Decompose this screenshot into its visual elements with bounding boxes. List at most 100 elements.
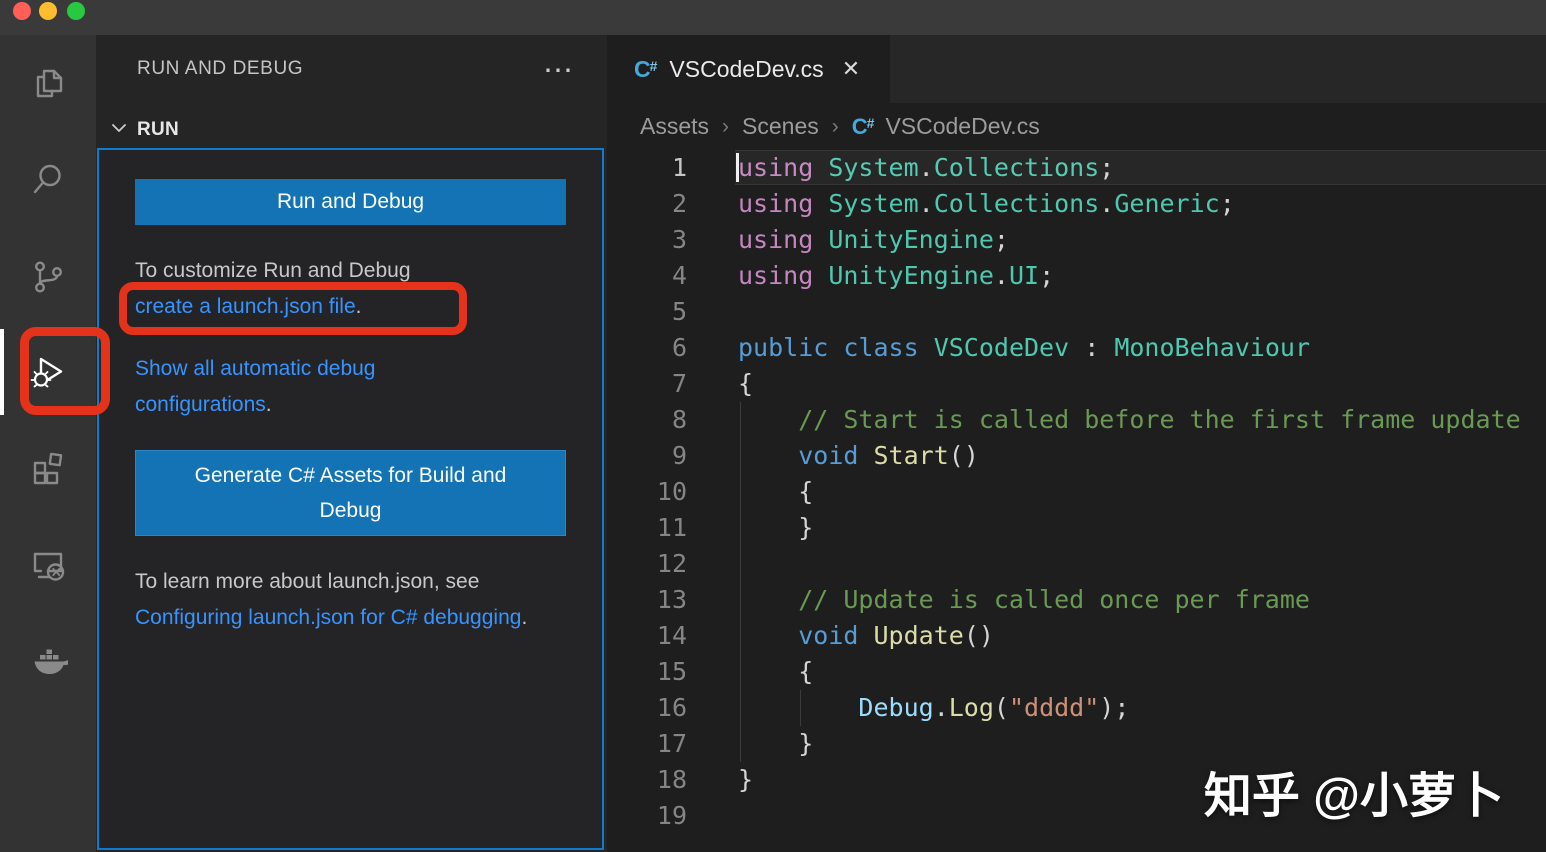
indent-guide xyxy=(800,690,801,726)
code-text: void Update() xyxy=(738,618,994,654)
line-number: 10 xyxy=(607,474,687,510)
files-icon xyxy=(28,64,68,104)
more-actions-icon[interactable]: ⋯ xyxy=(543,53,575,88)
code-text: { xyxy=(738,366,753,402)
tab-vscodedev[interactable]: C# VSCodeDev.cs ✕ xyxy=(607,35,890,103)
line-number: 7 xyxy=(607,366,687,402)
learn-more-suffix: . xyxy=(521,606,527,629)
current-line-highlight xyxy=(735,150,1546,185)
code-text: } xyxy=(738,726,813,762)
line-number: 12 xyxy=(607,546,687,582)
activity-bar xyxy=(0,35,96,852)
extensions-icon xyxy=(28,448,68,488)
breadcrumb-item-file[interactable]: VSCodeDev.cs xyxy=(885,113,1039,140)
line-number: 11 xyxy=(607,510,687,546)
code-text: void Start() xyxy=(738,438,979,474)
run-section-header[interactable]: RUN xyxy=(108,115,179,145)
line-number: 8 xyxy=(607,402,687,438)
line-number: 1 xyxy=(607,150,687,186)
code-line: 10 { xyxy=(607,474,1546,510)
code-text: // Update is called once per frame xyxy=(738,582,1310,618)
breadcrumb-item-scenes[interactable]: Scenes xyxy=(742,113,819,140)
code-line: 4 using UnityEngine.UI; xyxy=(607,258,1546,294)
code-text: { xyxy=(738,474,813,510)
csharp-icon: C# xyxy=(852,114,875,140)
customize-suffix: . xyxy=(356,295,362,318)
line-number: 3 xyxy=(607,222,687,258)
code-text: // Start is called before the first fram… xyxy=(738,402,1521,438)
code-line: 11 } xyxy=(607,510,1546,546)
sidebar-title: RUN AND DEBUG xyxy=(137,58,587,88)
line-number: 9 xyxy=(607,438,687,474)
close-window-button[interactable] xyxy=(13,2,31,20)
line-number: 6 xyxy=(607,330,687,366)
code-text: public class VSCodeDev : MonoBehaviour xyxy=(738,330,1310,366)
learn-more-text: To learn more about launch.json, xyxy=(135,570,440,593)
create-launch-json-link[interactable]: create a launch.json file xyxy=(135,295,356,318)
sidebar-item-explorer[interactable] xyxy=(28,64,68,104)
tab-label: VSCodeDev.cs xyxy=(669,56,823,83)
show-all-configurations-link[interactable]: Show all automatic debug configurations xyxy=(135,357,376,416)
breadcrumb-separator-icon: › xyxy=(832,115,839,139)
generate-assets-button[interactable]: Generate C# Assets for Build and Debug xyxy=(135,450,566,536)
zoom-window-button[interactable] xyxy=(67,2,85,20)
text-cursor xyxy=(736,153,739,182)
code-line: 12 xyxy=(607,546,1546,582)
line-number: 17 xyxy=(607,726,687,762)
line-number: 4 xyxy=(607,258,687,294)
code-line: 7{ xyxy=(607,366,1546,402)
run-debug-icon xyxy=(28,350,68,390)
line-number: 18 xyxy=(607,762,687,798)
indent-guide xyxy=(740,402,741,762)
code-editor[interactable]: 1using System.Collections;2using System.… xyxy=(607,150,1546,852)
chevron-down-icon xyxy=(108,117,130,144)
code-line: 2 using System.Collections.Generic; xyxy=(607,186,1546,222)
sidebar-item-docker[interactable] xyxy=(28,640,68,680)
breadcrumb: Assets › Scenes › C# VSCodeDev.cs xyxy=(607,103,1546,150)
sidebar-item-extensions[interactable] xyxy=(28,448,68,488)
docker-icon xyxy=(28,640,68,680)
customize-text: To customize Run and Debug xyxy=(135,253,566,289)
titlebar xyxy=(0,0,1546,35)
active-item-indicator xyxy=(0,329,4,415)
sidebar-item-search[interactable] xyxy=(28,160,68,200)
sidebar-item-run-and-debug[interactable] xyxy=(28,350,68,390)
git-branch-icon xyxy=(28,257,68,297)
sidebar-item-source-control[interactable] xyxy=(28,257,68,297)
line-number: 14 xyxy=(607,618,687,654)
sidebar-item-remote-explorer[interactable] xyxy=(28,545,68,585)
code-rows: 1using System.Collections;2using System.… xyxy=(607,150,1546,834)
code-line: 5 xyxy=(607,294,1546,330)
breadcrumb-item-assets[interactable]: Assets xyxy=(640,113,709,140)
sidebar-run-and-debug: RUN AND DEBUG ⋯ RUN Run and Debug To cus… xyxy=(96,35,607,852)
run-and-debug-button[interactable]: Run and Debug xyxy=(135,179,566,225)
minimize-window-button[interactable] xyxy=(39,2,57,20)
search-icon xyxy=(28,160,68,200)
watermark: 知乎 @小萝卜 xyxy=(1204,756,1504,826)
code-line: 9 void Start() xyxy=(607,438,1546,474)
code-line: 14 void Update() xyxy=(607,618,1546,654)
line-number: 2 xyxy=(607,186,687,222)
code-line: 8 // Start is called before the first fr… xyxy=(607,402,1546,438)
code-line: 3using UnityEngine; xyxy=(607,222,1546,258)
close-icon[interactable]: ✕ xyxy=(842,56,860,82)
run-panel: Run and Debug To customize Run and Debug… xyxy=(97,148,604,850)
csharp-icon: C# xyxy=(634,56,657,83)
line-number: 19 xyxy=(607,798,687,834)
code-text: Debug.Log("dddd"); xyxy=(738,690,1129,726)
code-text: } xyxy=(738,762,753,798)
line-number: 5 xyxy=(607,294,687,330)
configuring-launch-json-link[interactable]: Configuring launch.json for C# debugging xyxy=(135,606,521,629)
generate-assets-label: Generate C# Assets for Build and Debug xyxy=(173,458,528,528)
remote-explorer-icon xyxy=(28,545,68,585)
code-text: using System.Collections.Generic; xyxy=(738,186,1235,222)
tab-bar: C# VSCodeDev.cs ✕ xyxy=(607,35,1546,103)
code-text: } xyxy=(738,510,813,546)
code-text: using UnityEngine.UI; xyxy=(738,258,1054,294)
code-line: 6 public class VSCodeDev : MonoBehaviour xyxy=(607,330,1546,366)
line-number: 15 xyxy=(607,654,687,690)
line-number: 16 xyxy=(607,690,687,726)
code-line: 16 Debug.Log("dddd"); xyxy=(607,690,1546,726)
code-text: { xyxy=(738,654,813,690)
customize-paragraph: To customize Run and Debug create a laun… xyxy=(135,253,566,325)
